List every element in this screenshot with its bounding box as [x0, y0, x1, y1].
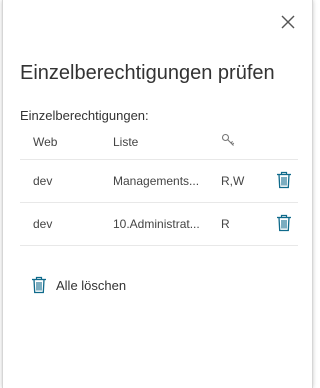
- column-header-web: Web: [33, 135, 58, 149]
- trash-icon: [32, 276, 46, 294]
- key-icon: [221, 133, 235, 147]
- column-header-liste: Liste: [113, 135, 139, 149]
- clear-all-label: Alle löschen: [56, 277, 127, 293]
- review-permissions-panel: Einzelberechtigungen prüfen Einzelberech…: [2, 0, 313, 388]
- cell-permissions: R,W: [221, 174, 245, 188]
- delete-row-button[interactable]: [276, 171, 292, 189]
- cell-web: dev: [33, 217, 53, 231]
- cell-permissions: R: [221, 217, 230, 231]
- cell-liste: Managements...: [113, 174, 200, 188]
- cell-liste: 10.Administrat...: [113, 217, 200, 231]
- table-header: Web Liste: [20, 124, 298, 160]
- close-icon: [281, 15, 295, 29]
- clear-all-button[interactable]: Alle löschen: [31, 275, 126, 295]
- panel-title: Einzelberechtigungen prüfen: [20, 62, 275, 84]
- cell-web: dev: [33, 174, 53, 188]
- section-label: Einzelberechtigungen:: [20, 108, 149, 123]
- delete-row-button[interactable]: [276, 214, 292, 232]
- permissions-table: Web Liste dev Managements... R,W dev 10.…: [20, 124, 298, 246]
- table-row: dev Managements... R,W: [20, 160, 298, 203]
- trash-icon: [277, 214, 291, 232]
- table-row: dev 10.Administrat... R: [20, 203, 298, 246]
- trash-icon: [277, 171, 291, 189]
- close-button[interactable]: [278, 12, 298, 32]
